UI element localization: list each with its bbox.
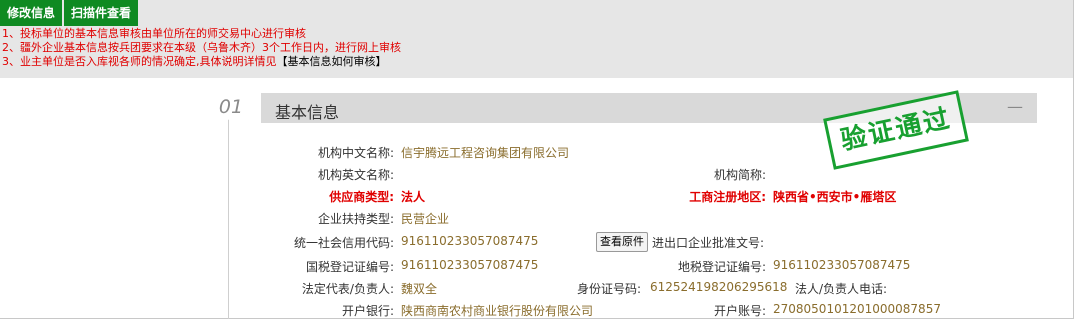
national-tax-value: 916110233057087475 [401, 258, 539, 272]
credit-code-value: 916110233057087475 [401, 234, 539, 248]
region-value: 陕西省•西安市•雁塔区 [773, 190, 897, 204]
note-line-1: 1、投标单位的基本信息审核由单位所在的师交易中心进行审核 [2, 27, 306, 40]
local-tax-value: 916110233057087475 [773, 258, 911, 272]
view-scan-button[interactable]: 扫描件查看 [64, 0, 141, 26]
timeline-line [228, 95, 229, 319]
note-line-3: 3、业主单位是否入库视各师的情况确定,具体说明详情见【基本信息如何审核】 [2, 55, 401, 69]
view-original-button[interactable]: 查看原件 [596, 232, 648, 252]
local-tax-label: 地税登记证编号: [677, 260, 766, 274]
note-line-2: 2、疆外企业基本信息按兵团要求在本级（乌鲁木齐）3个工作日内，进行网上审核 [2, 41, 401, 54]
account-label: 开户账号: [713, 304, 766, 318]
support-type-value: 民营企业 [401, 212, 450, 226]
credit-code-label: 统一社会信用代码: [293, 236, 394, 250]
legal-phone-label: 法人/负责人电话: [795, 282, 888, 296]
supplier-type-label: 供应商类型: [329, 190, 394, 204]
cn-name-value: 信宇腾远工程咨询集团有限公司 [401, 146, 570, 160]
region-label: 工商注册地区: [689, 190, 766, 204]
support-type-label: 企业扶持类型: [317, 212, 394, 226]
bank-value: 陕西商南农村商业银行股份有限公司 [401, 304, 594, 318]
how-to-review-link[interactable]: 【基本信息如何审核】 [277, 55, 387, 68]
national-tax-label: 国税登记证编号: [305, 260, 394, 274]
supplier-type-value: 法人 [401, 190, 426, 204]
section-number: 01 [218, 94, 244, 120]
toolbar: 修改信息 扫描件查看 [0, 0, 141, 26]
id-value: 612524198206295618 [650, 280, 788, 294]
legal-rep-label: 法定代表/负责人: [301, 282, 394, 296]
en-name-label: 机构英文名称: [317, 168, 394, 182]
note-line-3-text: 3、业主单位是否入库视各师的情况确定,具体说明详情见 [2, 55, 277, 68]
cn-name-label: 机构中文名称: [317, 146, 394, 160]
account-value: 2708050101201000087857 [773, 302, 941, 316]
id-label: 身份证号码: [577, 282, 642, 296]
import-export-label: 进出口企业批准文号: [652, 236, 765, 250]
notes: 1、投标单位的基本信息审核由单位所在的师交易中心进行审核 2、疆外企业基本信息按… [2, 27, 401, 69]
legal-rep-value: 魏双全 [401, 282, 438, 296]
short-name-label: 机构简称: [713, 168, 766, 182]
section-title: 基本信息 [275, 103, 340, 122]
edit-info-button[interactable]: 修改信息 [0, 0, 65, 26]
bank-label: 开户银行: [341, 304, 394, 318]
collapse-icon[interactable]: — [1007, 97, 1023, 116]
